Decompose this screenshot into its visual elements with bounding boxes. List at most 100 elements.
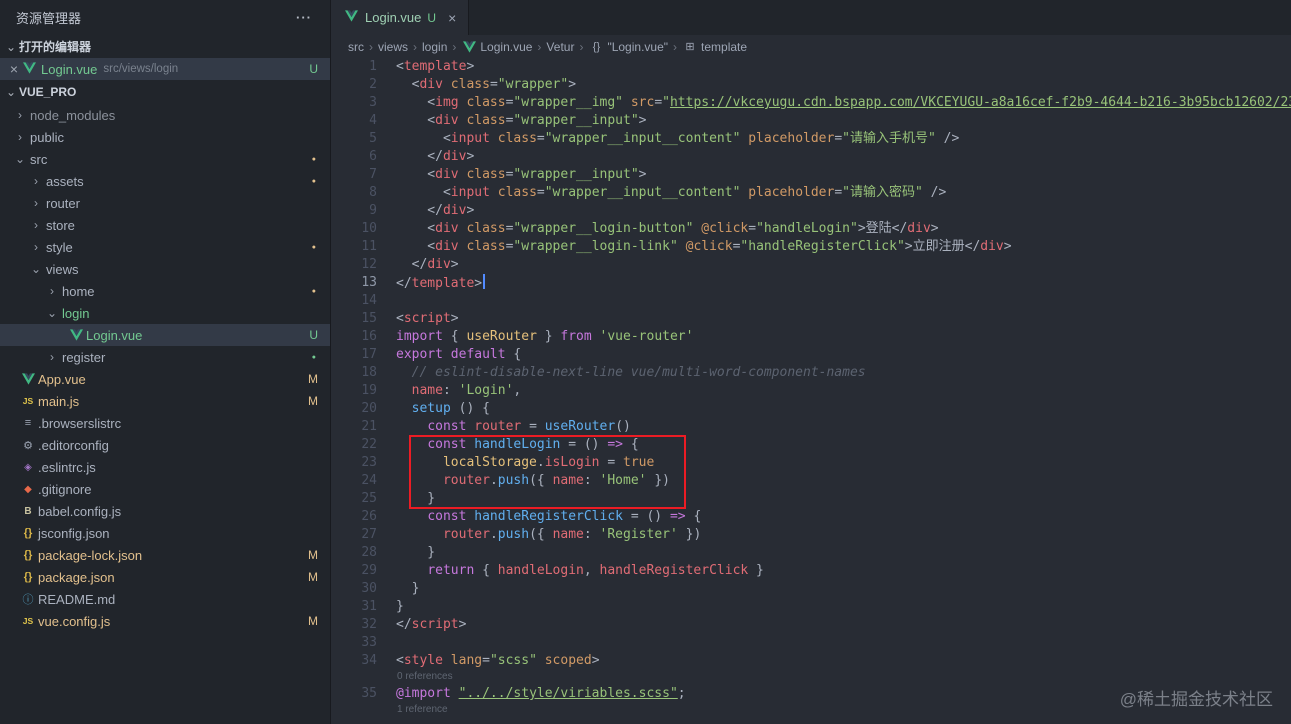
tree-item-babel.config.js[interactable]: Bbabel.config.js	[0, 500, 330, 522]
tree-item-login[interactable]: ⌄ login	[0, 302, 330, 324]
code-line-23[interactable]: 23 localStorage.isLogin = true	[331, 454, 1291, 472]
tree-item-style[interactable]: › style ●	[0, 236, 330, 258]
code-line-24[interactable]: 24 router.push({ name: 'Home' })	[331, 472, 1291, 490]
tree-item-home[interactable]: › home ●	[0, 280, 330, 302]
code-line-8[interactable]: 8 <input class="wrapper__input__content"…	[331, 184, 1291, 202]
breadcrumb-item-label: Login.vue	[480, 39, 533, 54]
line-number: 32	[361, 617, 377, 632]
breadcrumb-item-views[interactable]: views	[378, 40, 408, 54]
code-line-22[interactable]: 22 const handleLogin = () => {	[331, 436, 1291, 454]
tree-item-App.vue[interactable]: App.vue M	[0, 368, 330, 390]
open-editors-section-header[interactable]: ⌄ 打开的编辑器	[0, 35, 330, 58]
code-line-34[interactable]: 34 <style lang="scss" scoped>	[331, 652, 1291, 670]
tree-item-public[interactable]: › public	[0, 126, 330, 148]
line-number: 33	[361, 635, 377, 650]
tree-item-package-lock.json[interactable]: {} package-lock.json M	[0, 544, 330, 566]
code-line-9[interactable]: 9 </div>	[331, 202, 1291, 220]
line-number: 23	[361, 455, 377, 470]
explorer-sidebar: 资源管理器 ··· ⌄ 打开的编辑器 × Login.vue src/views…	[0, 0, 331, 724]
js-icon: JS	[22, 616, 34, 626]
breadcrumb-item-template[interactable]: ⊞ template	[682, 40, 747, 54]
code-line-27[interactable]: 27 router.push({ name: 'Register' })	[331, 526, 1291, 544]
code-line-16[interactable]: 16 import { useRouter } from 'vue-router'	[331, 328, 1291, 346]
breadcrumb-item-label: template	[701, 39, 748, 54]
codelens-references[interactable]: 0 references	[331, 670, 1291, 685]
tree-item-store[interactable]: › store	[0, 214, 330, 236]
code-line-15[interactable]: 15 <script>	[331, 310, 1291, 328]
open-editor-item-login-vue[interactable]: × Login.vue src/views/login U	[0, 58, 330, 80]
tree-item-.gitignore[interactable]: ◆ .gitignore	[0, 478, 330, 500]
gear-icon: ⚙	[23, 439, 33, 452]
code-line-32[interactable]: 32 </script>	[331, 616, 1291, 634]
chevron-right-icon: ›	[50, 284, 54, 298]
project-section-header[interactable]: ⌄ VUE_PRO	[0, 80, 330, 103]
tree-item-label: .gitignore	[38, 481, 92, 497]
code-line-17[interactable]: 17 export default {	[331, 346, 1291, 364]
line-number: 4	[369, 113, 377, 128]
code-line-10[interactable]: 10 <div class="wrapper__login-button" @c…	[331, 220, 1291, 238]
tree-item-.eslintrc.js[interactable]: ◈ .eslintrc.js	[0, 456, 330, 478]
code-line-6[interactable]: 6 </div>	[331, 148, 1291, 166]
code-line-2[interactable]: 2 <div class="wrapper">	[331, 76, 1291, 94]
tree-item-label: .browserslistrc	[38, 415, 122, 431]
chevron-right-icon: ›	[34, 196, 38, 210]
line-number: 8	[369, 185, 377, 200]
code-line-12[interactable]: 12 </div>	[331, 256, 1291, 274]
code-line-28[interactable]: 28 }	[331, 544, 1291, 562]
code-line-33[interactable]: 33	[331, 634, 1291, 652]
tree-item-label: package-lock.json	[38, 547, 143, 563]
breadcrumb-item-src[interactable]: src	[348, 40, 364, 54]
breadcrumb-item-Login.vue[interactable]: Login.vue	[461, 40, 532, 54]
breadcrumb-item-login[interactable]: login	[422, 40, 447, 54]
tab-close-icon[interactable]: ×	[448, 10, 456, 26]
tree-item-router[interactable]: › router	[0, 192, 330, 214]
code-line-21[interactable]: 21 const router = useRouter()	[331, 418, 1291, 436]
code-line-30[interactable]: 30 }	[331, 580, 1291, 598]
close-icon[interactable]: ×	[7, 61, 21, 77]
tree-item-vue.config.js[interactable]: JS vue.config.js M	[0, 610, 330, 632]
code-line-31[interactable]: 31}	[331, 598, 1291, 616]
chevron-down-icon: ⌄	[46, 306, 58, 320]
code-editor[interactable]: 1 <template> 2 <div class="wrapper"> 3 <img…	[331, 58, 1291, 724]
code-line-19[interactable]: 19 name: 'Login',	[331, 382, 1291, 400]
tree-item-src[interactable]: ⌄ src ●	[0, 148, 330, 170]
breadcrumb-item-Login.vue[interactable]: {} "Login.vue"	[588, 40, 668, 54]
tree-item-package.json[interactable]: {} package.json M	[0, 566, 330, 588]
breadcrumb-item-label: Vetur	[546, 39, 575, 54]
code-line-13[interactable]: 13 </template>	[331, 274, 1291, 292]
tree-item-assets[interactable]: › assets ●	[0, 170, 330, 192]
tree-item-jsconfig.json[interactable]: {} jsconfig.json	[0, 522, 330, 544]
text-cursor	[483, 274, 486, 289]
tree-item-.editorconfig[interactable]: ⚙ .editorconfig	[0, 434, 330, 456]
watermark: @稀土掘金技术社区	[1119, 690, 1273, 709]
code-line-1[interactable]: 1 <template>	[331, 58, 1291, 76]
tab-login-vue[interactable]: Login.vue U ×	[331, 0, 470, 35]
tree-item-label: jsconfig.json	[38, 525, 110, 541]
code-line-29[interactable]: 29 return { handleLogin, handleRegisterC…	[331, 562, 1291, 580]
code-line-7[interactable]: 7 <div class="wrapper__input">	[331, 166, 1291, 184]
tree-item-Login.vue[interactable]: Login.vue U	[0, 324, 330, 346]
code-line-18[interactable]: 18 // eslint-disable-next-line vue/multi…	[331, 364, 1291, 382]
more-actions-icon[interactable]: ···	[296, 10, 312, 25]
tree-item-label: router	[46, 195, 80, 211]
code-line-26[interactable]: 26 const handleRegisterClick = () => {	[331, 508, 1291, 526]
code-lines: 1 <template> 2 <div class="wrapper"> 3 <img…	[331, 58, 1291, 718]
line-number: 3	[369, 95, 377, 110]
breadcrumb-item-Vetur[interactable]: Vetur	[546, 40, 574, 54]
code-line-11[interactable]: 11 <div class="wrapper__login-link" @cli…	[331, 238, 1291, 256]
code-line-4[interactable]: 4 <div class="wrapper__input">	[331, 112, 1291, 130]
code-line-25[interactable]: 25 }	[331, 490, 1291, 508]
tree-item-views[interactable]: ⌄ views	[0, 258, 330, 280]
code-line-5[interactable]: 5 <input class="wrapper__input__content"…	[331, 130, 1291, 148]
breadcrumb-separator: ›	[413, 39, 418, 54]
tree-item-main.js[interactable]: JS main.js M	[0, 390, 330, 412]
tree-item-register[interactable]: › register ●	[0, 346, 330, 368]
tree-item-.browserslistrc[interactable]: ≡ .browserslistrc	[0, 412, 330, 434]
tree-item-label: Login.vue	[86, 327, 143, 343]
code-line-20[interactable]: 20 setup () {	[331, 400, 1291, 418]
code-line-14[interactable]: 14	[331, 292, 1291, 310]
tree-item-node_modules[interactable]: › node_modules	[0, 104, 330, 126]
code-line-3[interactable]: 3 <img class="wrapper__img" src="https:/…	[331, 94, 1291, 112]
tree-item-README.md[interactable]: ⓘ README.md	[0, 588, 330, 610]
git-change-dot: ●	[311, 177, 316, 185]
